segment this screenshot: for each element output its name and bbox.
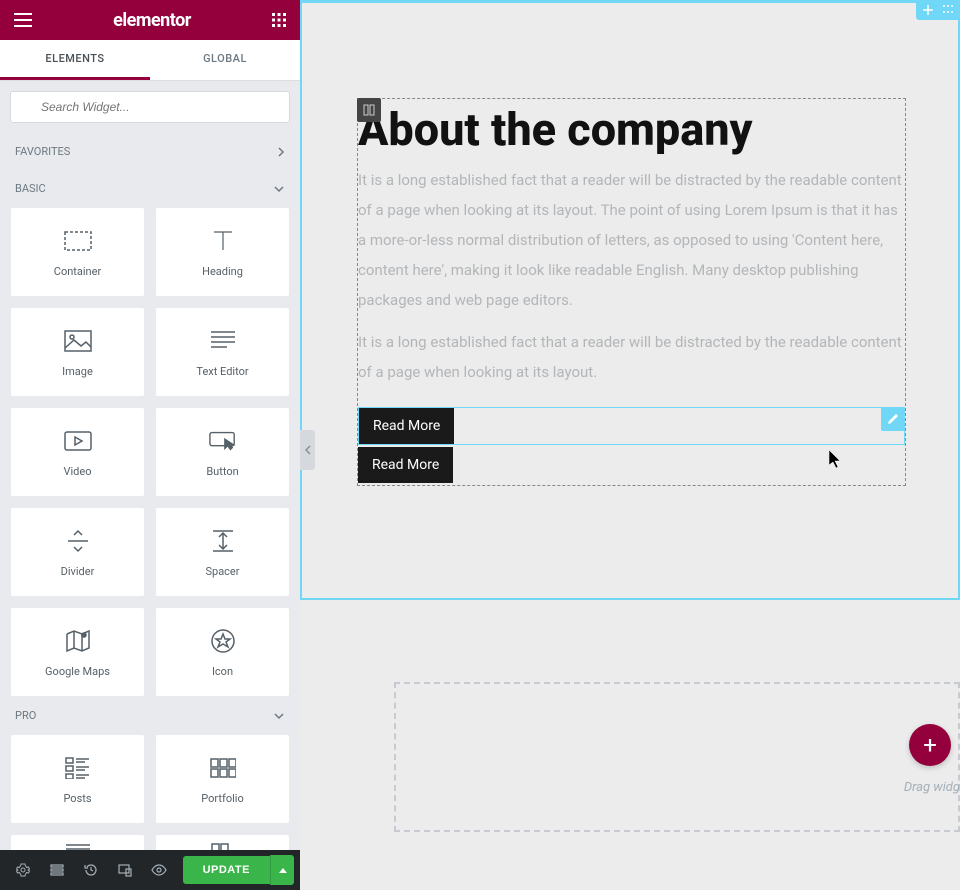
posts-icon bbox=[64, 754, 92, 782]
button-element-drag[interactable]: Read More bbox=[358, 447, 453, 483]
canvas-section[interactable]: About the company It is a long establish… bbox=[300, 0, 960, 600]
panel-collapse-handle[interactable] bbox=[300, 430, 315, 470]
navigator-icon[interactable] bbox=[40, 853, 74, 887]
widget-label: Divider bbox=[61, 565, 95, 578]
selected-button-widget[interactable]: Read More Read More bbox=[358, 407, 905, 445]
widget-label: Icon bbox=[212, 665, 233, 678]
tab-global[interactable]: GLOBAL bbox=[150, 40, 300, 80]
widget-label: Posts bbox=[63, 792, 91, 805]
widget-label: Text Editor bbox=[196, 365, 248, 378]
widget-label: Spacer bbox=[205, 565, 239, 578]
cursor-icon bbox=[829, 450, 843, 468]
widget-label: Heading bbox=[202, 265, 243, 278]
chevron-down-icon bbox=[273, 712, 285, 720]
divider-icon bbox=[64, 527, 92, 555]
portfolio-icon bbox=[209, 754, 237, 782]
widget-video[interactable]: Video bbox=[10, 407, 145, 497]
text-editor-icon bbox=[209, 327, 237, 355]
bottom-bar: UPDATE bbox=[0, 850, 300, 890]
button-icon bbox=[209, 427, 237, 455]
heading-widget[interactable]: About the company bbox=[358, 99, 905, 165]
container-icon bbox=[64, 227, 92, 255]
chevron-down-icon bbox=[273, 185, 285, 193]
drag-hint-label: Drag widg bbox=[904, 780, 960, 795]
menu-icon[interactable] bbox=[14, 13, 32, 27]
widget-posts[interactable]: Posts bbox=[10, 734, 145, 824]
heading-icon bbox=[209, 227, 237, 255]
widget-google-maps[interactable]: Google Maps bbox=[10, 607, 145, 697]
widget-label: Google Maps bbox=[45, 665, 110, 678]
sidebar: elementor ELEMENTS GLOBAL FAVORITES BASI… bbox=[0, 0, 300, 890]
icon-icon bbox=[209, 627, 237, 655]
widget-label: Container bbox=[54, 265, 101, 278]
button-element[interactable]: Read More bbox=[359, 408, 454, 444]
search-wrap bbox=[0, 81, 300, 133]
image-icon bbox=[64, 327, 92, 355]
widget-divider[interactable]: Divider bbox=[10, 507, 145, 597]
widget-heading[interactable]: Heading bbox=[155, 207, 290, 297]
settings-icon[interactable] bbox=[6, 853, 40, 887]
widget-label: Portfolio bbox=[201, 792, 243, 805]
history-icon[interactable] bbox=[74, 853, 108, 887]
section-basic[interactable]: BASIC bbox=[0, 170, 300, 207]
text-widget[interactable]: It is a long established fact that a rea… bbox=[358, 327, 905, 399]
chevron-right-icon bbox=[277, 146, 285, 158]
basic-widgets-grid: Container Heading Image Text Editor Vide… bbox=[0, 207, 300, 697]
spacer-icon bbox=[209, 527, 237, 555]
widget-label: Image bbox=[62, 365, 93, 378]
widget-text-editor[interactable]: Text Editor bbox=[155, 307, 290, 397]
widget-container[interactable]: Container bbox=[10, 207, 145, 297]
widget-label: Button bbox=[206, 465, 238, 478]
panel-tabs: ELEMENTS GLOBAL bbox=[0, 40, 300, 81]
preview-icon[interactable] bbox=[142, 853, 176, 887]
update-button[interactable]: UPDATE bbox=[183, 856, 270, 884]
canvas-column[interactable]: About the company It is a long establish… bbox=[357, 98, 906, 486]
search-input[interactable] bbox=[10, 91, 290, 123]
logo: elementor bbox=[113, 10, 191, 31]
editor-canvas[interactable]: About the company It is a long establish… bbox=[300, 0, 960, 890]
text-widget[interactable]: It is a long established fact that a rea… bbox=[358, 165, 905, 327]
video-icon bbox=[64, 427, 92, 455]
section-pro-label: PRO bbox=[15, 709, 36, 722]
add-section-fab[interactable]: + bbox=[909, 724, 951, 766]
widget-portfolio[interactable]: Portfolio bbox=[155, 734, 290, 824]
empty-section-dropzone[interactable] bbox=[394, 682, 960, 832]
section-favorites-label: FAVORITES bbox=[15, 145, 70, 158]
apps-grid-icon[interactable] bbox=[272, 13, 286, 27]
maps-icon bbox=[64, 627, 92, 655]
responsive-icon[interactable] bbox=[108, 853, 142, 887]
widget-label: Video bbox=[64, 465, 92, 478]
widget-spacer[interactable]: Spacer bbox=[155, 507, 290, 597]
section-basic-label: BASIC bbox=[15, 182, 46, 195]
section-favorites[interactable]: FAVORITES bbox=[0, 133, 300, 170]
widget-image[interactable]: Image bbox=[10, 307, 145, 397]
update-options-dropdown[interactable] bbox=[270, 855, 294, 885]
sidebar-header: elementor bbox=[0, 0, 300, 40]
tab-elements[interactable]: ELEMENTS bbox=[0, 40, 150, 80]
section-pro[interactable]: PRO bbox=[0, 697, 300, 734]
edit-widget-icon[interactable] bbox=[881, 407, 905, 431]
widget-icon[interactable]: Icon bbox=[155, 607, 290, 697]
widget-button[interactable]: Button bbox=[155, 407, 290, 497]
column-handle-icon[interactable] bbox=[357, 98, 381, 122]
